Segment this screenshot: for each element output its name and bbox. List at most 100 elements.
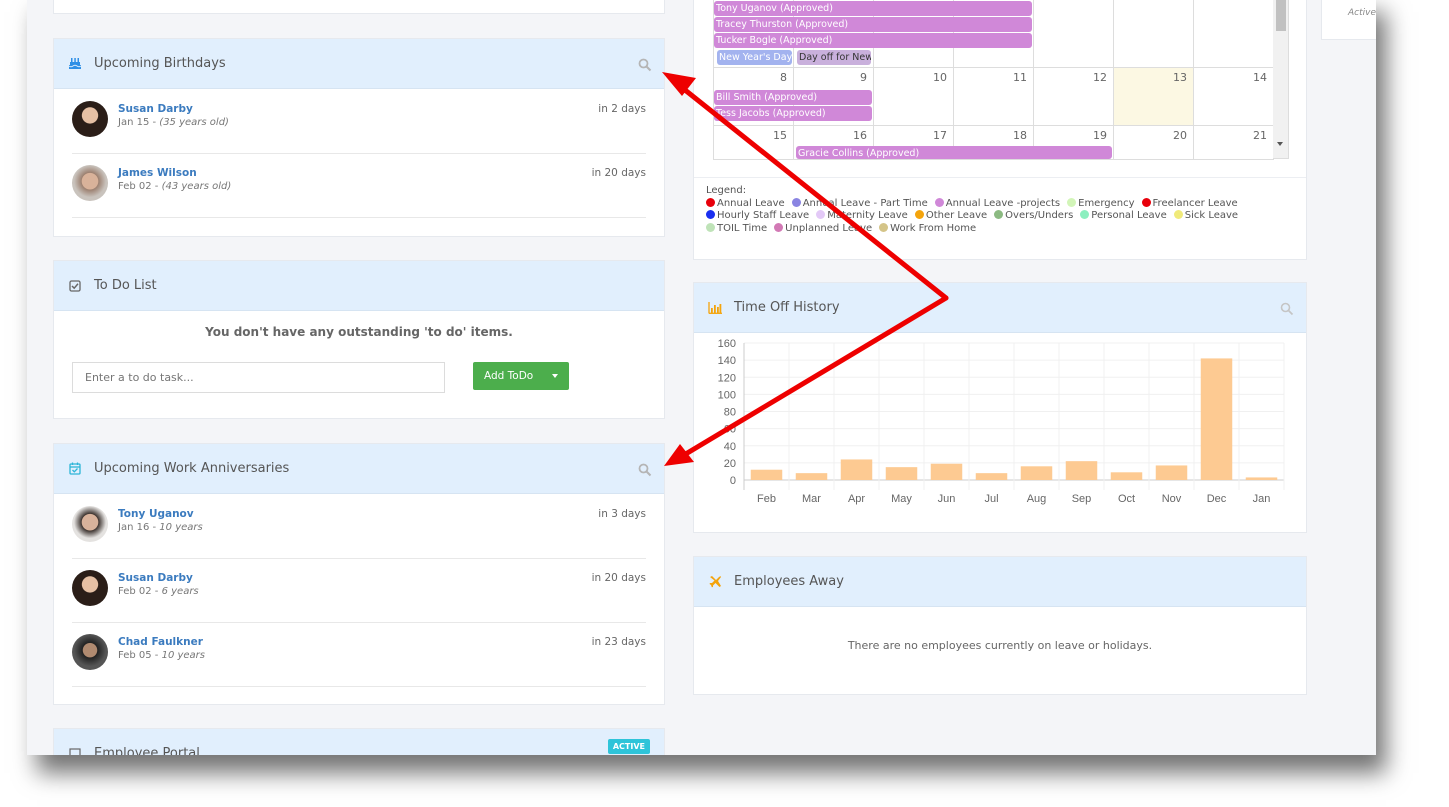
person-name[interactable]: Susan Darby <box>118 572 193 584</box>
legend-item: Other Leave <box>914 210 988 221</box>
calendar-day-number: 18 <box>1013 129 1027 142</box>
legend-label: Other Leave <box>925 210 988 221</box>
birthdays-title: Upcoming Birthdays <box>94 56 226 71</box>
list-item[interactable]: James Wilson Feb 02 - (43 years old) in … <box>72 153 646 218</box>
calendar-day-cell[interactable]: 11 <box>954 67 1034 125</box>
calendar-day-cell[interactable]: 12 <box>1034 67 1114 125</box>
y-tick-label: 100 <box>718 389 736 401</box>
person-name[interactable]: Chad Faulkner <box>118 636 203 648</box>
employees-away-card: Employees Away There are no employees cu… <box>693 556 1307 695</box>
todo-title: To Do List <box>94 278 157 293</box>
person-name[interactable]: Tony Uganov <box>118 508 194 520</box>
app-screen: Upcoming Birthdays Susan Darby Jan 15 - … <box>27 0 1376 755</box>
bar <box>930 463 963 480</box>
legend-color-dot <box>774 222 784 232</box>
y-tick-label: 40 <box>724 441 736 453</box>
bar <box>885 467 918 480</box>
legend-color-dot <box>1173 210 1183 219</box>
calendar-day-number: 9 <box>860 71 867 84</box>
list-item[interactable]: Susan Darby Feb 02 - 6 years in 20 days <box>72 558 646 623</box>
time-off-history-title: Time Off History <box>734 300 840 315</box>
y-tick-label: 160 <box>718 338 736 350</box>
legend-label: Freelancer Leave <box>1152 197 1238 209</box>
holiday-event[interactable]: Day off for New <box>797 50 871 65</box>
scrollbar-thumb[interactable] <box>1276 0 1286 31</box>
calendar-day-cell[interactable]: 10 <box>874 67 954 125</box>
calendar-day-cell[interactable]: 20 <box>1114 125 1194 159</box>
calendar-event[interactable]: Tucker Bogle (Approved) <box>714 33 1032 48</box>
legend-color-dot <box>791 197 801 207</box>
search-icon[interactable] <box>638 462 652 476</box>
legend-item: Overs/Unders <box>994 210 1073 221</box>
list-item[interactable]: Chad Faulkner Feb 05 - 10 years in 23 da… <box>72 622 646 687</box>
calendar-day-cell[interactable]: 13 <box>1114 67 1194 125</box>
employee-portal-card: Employee Portal ACTIVE <box>53 728 665 755</box>
search-icon[interactable] <box>1280 301 1294 315</box>
calendar-day-number: 21 <box>1253 129 1267 142</box>
legend-color-dot <box>706 210 715 219</box>
legend-item: Annual Leave <box>706 197 785 209</box>
legend-color-dot <box>1080 210 1090 219</box>
x-tick-label: Sep <box>1072 493 1092 505</box>
add-todo-label: Add ToDo <box>484 370 534 382</box>
legend-item: Annual Leave -projects <box>934 197 1060 209</box>
calendar-event[interactable]: Gracie Collins (Approved) <box>796 146 1112 159</box>
person-name[interactable]: Susan Darby <box>118 103 193 115</box>
avatar <box>72 570 108 606</box>
person-name[interactable]: James Wilson <box>118 167 197 179</box>
days-until: in 20 days <box>591 572 646 584</box>
days-until: in 2 days <box>598 103 646 115</box>
add-todo-button[interactable]: Add ToDo <box>473 362 569 390</box>
anniversaries-title: Upcoming Work Anniversaries <box>94 461 290 476</box>
x-tick-label: May <box>891 493 912 505</box>
calendar-event[interactable]: Bill Smith (Approved) <box>714 90 872 105</box>
avatar <box>72 101 108 137</box>
x-tick-label: Aug <box>1027 493 1047 505</box>
calendar-event[interactable]: Tony Uganov (Approved) <box>714 1 1032 16</box>
calendar-day-cell[interactable]: 15 <box>714 125 794 159</box>
employees-away-header: Employees Away <box>694 557 1306 607</box>
side-panel-status: Active ( <box>1348 8 1376 18</box>
holiday-event[interactable]: New Year's Day <box>717 50 792 65</box>
avatar <box>72 634 108 670</box>
legend-color-dot <box>914 210 924 219</box>
legend-color-dot <box>1067 197 1077 207</box>
y-tick-label: 20 <box>724 458 736 470</box>
list-item[interactable]: Susan Darby Jan 15 - (35 years old) in 2… <box>72 89 646 154</box>
legend-item: Personal Leave <box>1080 210 1167 221</box>
birthdays-card: Upcoming Birthdays Susan Darby Jan 15 - … <box>53 38 665 237</box>
legend-label: TOIL Time <box>717 222 768 234</box>
search-icon[interactable] <box>638 57 652 71</box>
calendar-day-number: 14 <box>1253 71 1267 84</box>
calendar-day-cell[interactable]: 14 <box>1194 67 1274 125</box>
scroll-down-arrow[interactable] <box>1277 142 1283 146</box>
calendar-legend: Legend: Annual Leave Annual Leave - Part … <box>706 185 1296 235</box>
calendar-day-number: 15 <box>773 129 787 142</box>
caret-down-icon[interactable] <box>552 374 558 378</box>
legend-label: Sick Leave <box>1184 210 1239 221</box>
calendar-day-cell[interactable]: 21 <box>1194 125 1274 159</box>
bar <box>1110 472 1143 480</box>
calendar-day-number: 17 <box>933 129 947 142</box>
legend-color-dot <box>1141 197 1151 207</box>
bar <box>795 473 828 480</box>
calendar-scrollbar[interactable] <box>1273 0 1289 159</box>
legend-item: Unplanned Leave <box>774 222 872 234</box>
todo-input[interactable] <box>72 362 445 393</box>
x-tick-label: Jul <box>984 493 998 505</box>
employees-away-message: There are no employees currently on leav… <box>847 639 1153 652</box>
legend-label: Work From Home <box>890 222 977 234</box>
calendar-event[interactable]: Tess Jacobs (Approved) <box>714 106 872 121</box>
anniversaries-header: Upcoming Work Anniversaries <box>54 444 664 494</box>
calendar-day-number: 20 <box>1173 129 1187 142</box>
calendar-event[interactable]: Tracey Thurston (Approved) <box>714 17 1032 32</box>
legend-label: Annual Leave - Part Time <box>802 197 928 209</box>
bar-chart-icon <box>708 301 722 315</box>
anniversary-date: Feb 02 - 6 years <box>118 586 199 597</box>
side-panel: Active ( <box>1321 0 1376 40</box>
bar <box>1065 461 1098 480</box>
list-item[interactable]: Tony Uganov Jan 16 - 10 years in 3 days <box>72 494 646 559</box>
days-until: in 3 days <box>598 508 646 520</box>
time-off-history-card: Time Off History 0 20 40 60 80 100 120 140 160 Fe… <box>693 282 1307 533</box>
legend-label: Maternity Leave <box>827 210 908 221</box>
